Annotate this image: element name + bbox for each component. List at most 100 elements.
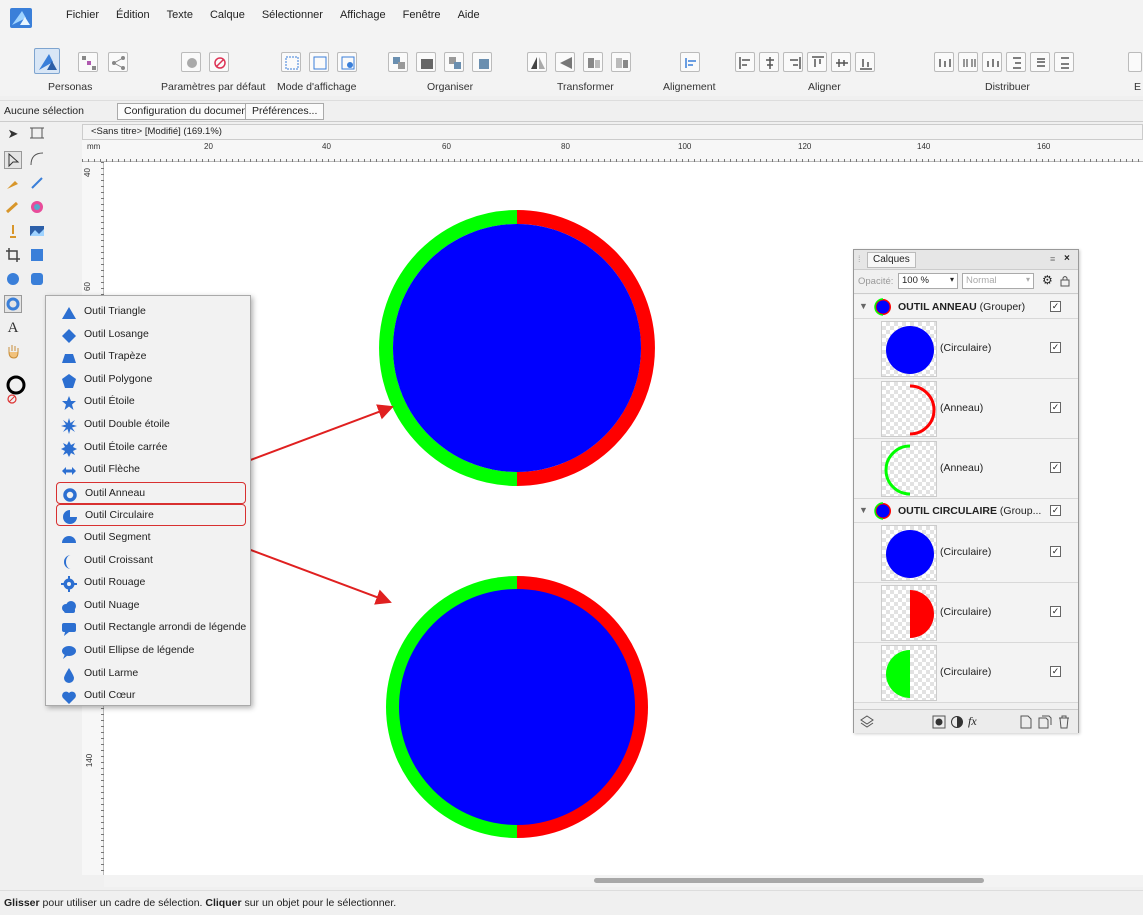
panel-grip-icon[interactable]: ⁞ <box>858 254 861 264</box>
shape-menu-item[interactable]: Outil Croissant <box>56 550 246 572</box>
donut-shapes-group[interactable] <box>379 210 655 486</box>
layer-group-row[interactable]: ▼ OUTIL CIRCULAIRE (Group... ✓ <box>854 499 1078 523</box>
shape-menu-item[interactable]: Outil Étoile carrée <box>56 437 246 459</box>
layer-group-row[interactable]: ▼ OUTIL ANNEAU (Grouper) ✓ <box>854 295 1078 319</box>
view-mode-1-button[interactable] <box>281 52 301 72</box>
align-middle-button[interactable] <box>831 52 851 72</box>
align-left-button[interactable] <box>735 52 755 72</box>
adjustment-icon[interactable] <box>950 715 964 729</box>
visibility-checkbox[interactable]: ✓ <box>1050 505 1061 516</box>
gear-icon[interactable]: ⚙ <box>1042 273 1053 287</box>
brush-tool-icon[interactable] <box>4 199 22 217</box>
corner-tool-icon[interactable] <box>28 151 46 169</box>
hand-tool-icon[interactable] <box>4 343 22 361</box>
blue-circle-top[interactable] <box>393 224 641 472</box>
distribute-h2-button[interactable] <box>958 52 978 72</box>
node-tool-icon[interactable] <box>4 151 22 169</box>
shape-menu-item[interactable]: Outil Étoile <box>56 391 246 413</box>
visibility-checkbox[interactable]: ✓ <box>1050 606 1061 617</box>
move-tool-icon[interactable]: ➤ <box>4 125 22 143</box>
mask-icon[interactable] <box>932 715 946 729</box>
align-bottom-button[interactable] <box>855 52 875 72</box>
ellipse-tool-icon[interactable] <box>4 271 22 289</box>
preferences-button[interactable]: Préférences... <box>245 103 325 120</box>
horizontal-scrollbar[interactable] <box>104 875 1143 887</box>
alignment-button[interactable] <box>680 52 700 72</box>
align-right-button[interactable] <box>783 52 803 72</box>
fx-button[interactable]: fx <box>968 714 977 729</box>
layer-row[interactable]: (Anneau) ✓ <box>854 439 1078 499</box>
visibility-checkbox[interactable]: ✓ <box>1050 301 1061 312</box>
color-swatch-icon[interactable] <box>4 375 26 404</box>
layers-tab[interactable]: Calques <box>867 252 916 268</box>
app-logo-icon[interactable] <box>10 8 32 28</box>
expand-triangle-icon[interactable]: ▼ <box>859 301 868 311</box>
add-layer-icon[interactable] <box>1020 715 1032 729</box>
layer-row[interactable]: (Circulaire) ✓ <box>854 523 1078 583</box>
shape-menu-item[interactable]: Outil Cœur <box>56 685 246 707</box>
visibility-checkbox[interactable]: ✓ <box>1050 546 1061 557</box>
distribute-v-button[interactable] <box>1006 52 1026 72</box>
align-center-button[interactable] <box>759 52 779 72</box>
flip-horizontal-button[interactable] <box>527 52 547 72</box>
pen-tool-icon[interactable] <box>4 175 22 193</box>
shape-menu-item[interactable]: Outil Losange <box>56 324 246 346</box>
rectangle-tool-icon[interactable] <box>28 247 46 265</box>
shape-menu-item[interactable]: Outil Segment <box>56 527 246 549</box>
expand-triangle-icon[interactable]: ▼ <box>859 505 868 515</box>
shape-menu-item[interactable]: Outil Triangle <box>56 301 246 323</box>
rotate-right-button[interactable] <box>611 52 631 72</box>
shape-menu-item[interactable]: Outil Trapèze <box>56 346 246 368</box>
opacity-field[interactable]: 100 % ▾ <box>898 273 958 289</box>
layer-row[interactable]: (Anneau) ✓ <box>854 379 1078 439</box>
panel-menu-icon[interactable]: ≡ <box>1050 254 1055 264</box>
distribute-v2-button[interactable] <box>1030 52 1050 72</box>
duplicate-layer-icon[interactable] <box>1038 715 1052 729</box>
menu-affichage[interactable]: Affichage <box>340 6 386 24</box>
layer-row[interactable]: (Circulaire) ✓ <box>854 643 1078 703</box>
designer-persona-button[interactable] <box>34 48 60 74</box>
layer-row[interactable]: (Circulaire) ✓ <box>854 319 1078 379</box>
rotate-left-button[interactable] <box>583 52 603 72</box>
document-setup-button[interactable]: Configuration du document... <box>117 103 266 120</box>
place-image-icon[interactable] <box>28 223 46 241</box>
forward-one-button[interactable] <box>444 52 464 72</box>
overflow-button[interactable] <box>1128 52 1142 72</box>
donut-tool-icon[interactable] <box>4 295 22 313</box>
shape-menu-item[interactable]: Outil Polygone <box>56 369 246 391</box>
menu-texte[interactable]: Texte <box>167 6 193 24</box>
distribute-h3-button[interactable] <box>982 52 1002 72</box>
view-mode-3-button[interactable] <box>337 52 357 72</box>
document-tab[interactable]: <Sans titre> [Modifié] (169.1%) <box>82 124 1143 140</box>
shape-menu-item[interactable]: Outil Anneau <box>56 481 246 504</box>
to-back-button[interactable] <box>416 52 436 72</box>
shape-menu-item[interactable]: Outil Double étoile <box>56 414 246 436</box>
no-fill-button[interactable] <box>209 52 229 72</box>
layers-stack-icon[interactable] <box>860 715 874 729</box>
shape-menu-item[interactable]: Outil Nuage <box>56 595 246 617</box>
crop-tool-icon[interactable] <box>4 247 22 265</box>
menu-fenetre[interactable]: Fenêtre <box>403 6 441 24</box>
text-tool-icon[interactable]: A <box>4 319 22 337</box>
distribute-h-button[interactable] <box>934 52 954 72</box>
shape-menu-item[interactable]: Outil Rectangle arrondi de légende <box>56 617 246 639</box>
artboard-tool-icon[interactable] <box>28 125 46 143</box>
visibility-checkbox[interactable]: ✓ <box>1050 342 1061 353</box>
shape-menu-item[interactable]: Outil Circulaire <box>56 504 246 527</box>
menu-calque[interactable]: Calque <box>210 6 245 24</box>
menu-fichier[interactable]: Fichier <box>66 6 99 24</box>
default-fill-button[interactable] <box>181 52 201 72</box>
flip-vertical-button[interactable] <box>555 52 575 72</box>
pencil-tool-icon[interactable] <box>28 175 46 193</box>
shape-menu-item[interactable]: Outil Larme <box>56 663 246 685</box>
visibility-checkbox[interactable]: ✓ <box>1050 666 1061 677</box>
align-top-button[interactable] <box>807 52 827 72</box>
shape-menu-item[interactable]: Outil Ellipse de légende <box>56 640 246 662</box>
scrollbar-thumb[interactable] <box>594 878 984 883</box>
menu-selectionner[interactable]: Sélectionner <box>262 6 323 24</box>
to-front-button[interactable] <box>472 52 492 72</box>
pixel-persona-button[interactable] <box>78 52 98 72</box>
shape-menu-item[interactable]: Outil Flèche <box>56 459 246 481</box>
blue-circle-bottom[interactable] <box>399 589 635 825</box>
blend-mode-select[interactable]: Normal ▾ <box>962 273 1034 289</box>
